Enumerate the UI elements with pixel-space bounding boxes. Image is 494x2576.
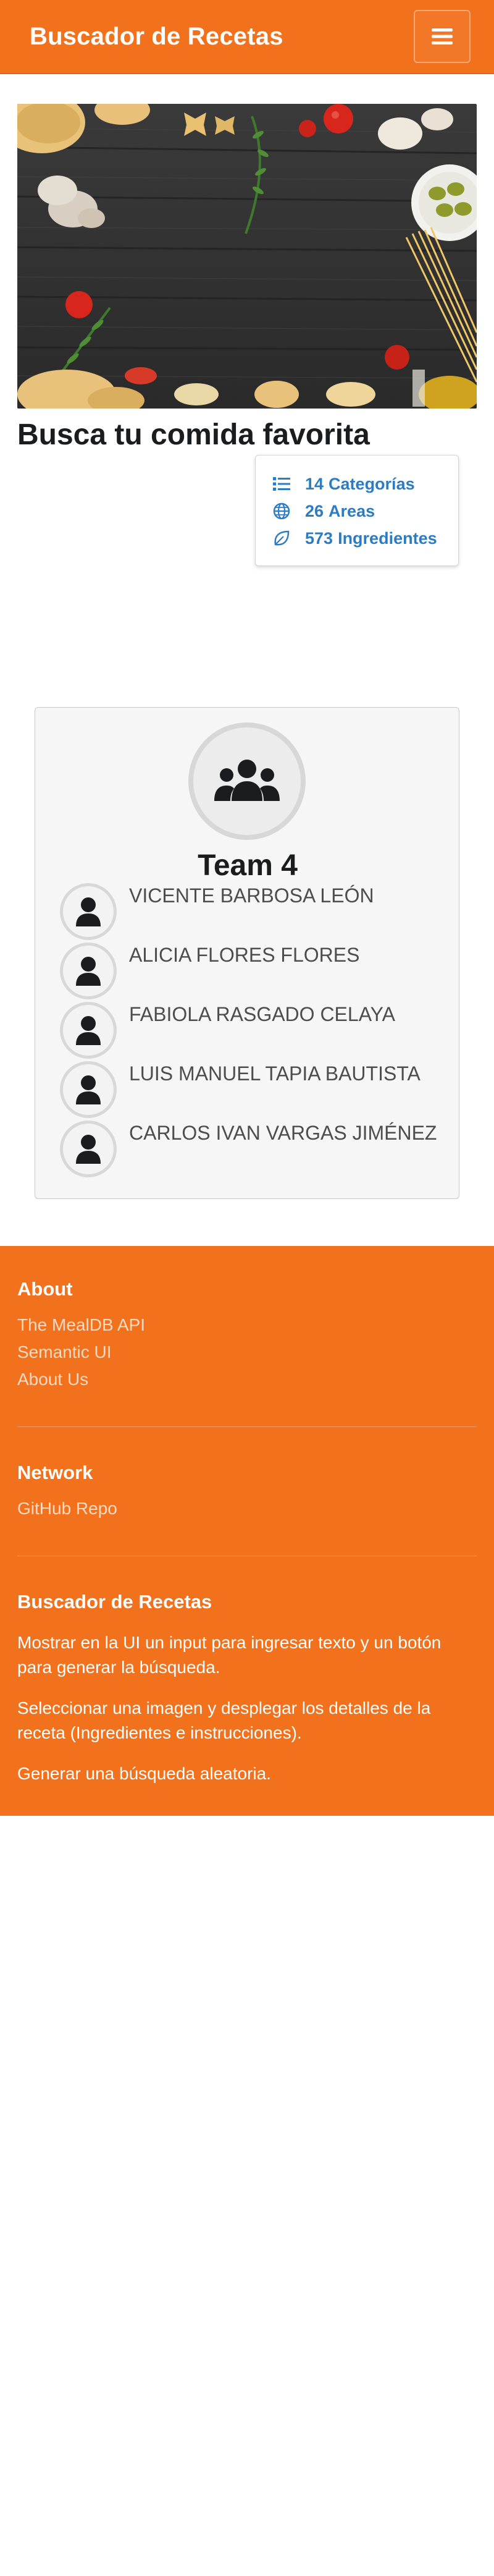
brand-title[interactable]: Buscador de Recetas [30,23,283,51]
member-name: VICENTE BARBOSA LEÓN [129,884,374,907]
member-name: CARLOS IVAN VARGAS JIMÉNEZ [129,1122,437,1144]
stat-label: Ingredientes [338,528,437,548]
member-name: FABIOLA RASGADO CELAYA [129,1003,395,1025]
hamburger-icon [432,28,453,44]
user-icon [60,1002,117,1059]
leaf-icon [273,529,303,548]
team-title: Team 4 [198,849,298,882]
team-card: Team 4 VICENTE BARBOSA LEÓN ALICIA FLORE… [35,707,459,1199]
user-icon [60,883,117,940]
stat-count: 26 [305,501,324,520]
footer-app-heading: Buscador de Recetas [17,1591,212,1612]
footer-paragraph: Generar una búsqueda aleatoria. [17,1764,271,1783]
stat-count: 573 [305,528,333,548]
footer-network-section: Network GitHub Repo [17,1462,477,1522]
footer-app-section: Buscador de Recetas Mostrar en la UI un … [17,1591,477,1786]
user-icon [60,1061,117,1118]
footer: About The MealDB API Semantic UI About U… [0,1246,494,1816]
member-name: LUIS MANUEL TAPIA BAUTISTA [129,1062,421,1085]
footer-divider [17,1426,477,1427]
stat-categories[interactable]: 14 Categorías [273,470,441,498]
stats-card: 14 Categorías 26 Areas 573 Ingredientes [255,455,459,566]
footer-link-about-us[interactable]: About Us [17,1366,477,1393]
hero-image [17,104,477,409]
stat-label: Categorías [329,474,415,493]
stat-count: 14 [305,474,324,493]
page-title: Busca tu comida favorita [17,418,370,451]
stat-ingredients[interactable]: 573 Ingredientes [273,525,441,552]
team-member: CARLOS IVAN VARGAS JIMÉNEZ [60,1121,437,1177]
team-member: VICENTE BARBOSA LEÓN [60,883,374,940]
list-icon [273,475,303,493]
top-navbar: Buscador de Recetas [0,0,494,74]
footer-about-heading: About [17,1278,73,1300]
menu-toggle-button[interactable] [414,10,471,63]
team-member: FABIOLA RASGADO CELAYA [60,1002,395,1059]
member-name: ALICIA FLORES FLORES [129,944,360,966]
footer-link-mealdb-api[interactable]: The MealDB API [17,1311,477,1339]
footer-paragraph: Seleccionar una imagen y desplegar los d… [17,1698,431,1742]
team-member: ALICIA FLORES FLORES [60,943,360,999]
stat-areas[interactable]: 26 Areas [273,498,441,525]
user-icon [60,943,117,999]
footer-paragraph: Mostrar en la UI un input para ingresar … [17,1633,442,1677]
footer-network-heading: Network [17,1462,93,1483]
team-member: LUIS MANUEL TAPIA BAUTISTA [60,1061,421,1118]
footer-link-github-repo[interactable]: GitHub Repo [17,1495,477,1522]
team-avatar [188,722,306,840]
user-icon [60,1121,117,1177]
users-icon [214,760,280,801]
footer-about-section: About The MealDB API Semantic UI About U… [17,1278,477,1393]
stat-label: Areas [329,501,375,520]
globe-icon [273,502,303,520]
footer-link-semantic-ui[interactable]: Semantic UI [17,1339,477,1366]
